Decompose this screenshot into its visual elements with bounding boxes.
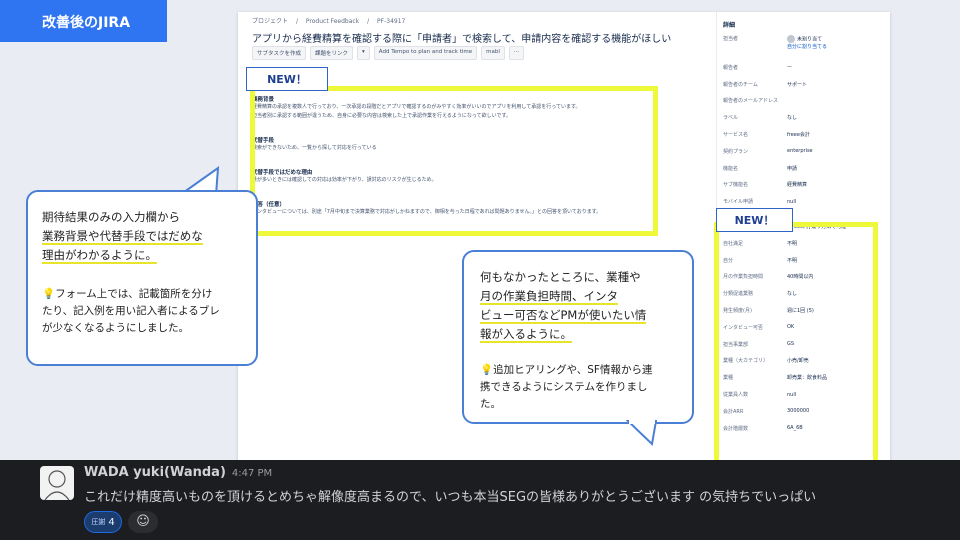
slack-message: WADA yuki(Wanda) 4:47 PM これだけ精度高いものを頂けるとめ… — [0, 460, 960, 540]
detail-field: ラベル なし — [723, 109, 890, 126]
field-label: モバイル申請 — [723, 199, 754, 206]
highlight-details — [714, 222, 878, 470]
reaction-button[interactable]: 圧謝 4 — [84, 511, 122, 533]
field-label: 報告者 — [723, 64, 739, 71]
reaction-count: 4 — [108, 516, 115, 528]
detail-field: 報告者のメールアドレス — [723, 93, 890, 110]
field-value[interactable]: 申請 — [787, 165, 797, 172]
breadcrumb-project[interactable]: プロジェクト — [252, 18, 288, 25]
field-value[interactable]: ー — [787, 64, 792, 71]
issue-title[interactable]: アプリから経費精算を確認する際に「申請者」で検索して、申請内容を確認する機能がほ… — [252, 30, 671, 45]
field-value[interactable]: 経費精算 — [787, 181, 807, 188]
detail-field: 機能名 申請 — [723, 160, 890, 177]
message-text: これだけ精度高いものを頂けるとめちゃ解像度高まるので、いつも本当SEGの皆様あり… — [84, 490, 817, 505]
mabl-button[interactable]: mabl — [481, 46, 505, 60]
details-heading[interactable]: 詳細 — [723, 20, 890, 29]
speech-tail — [626, 420, 658, 446]
field-label: ラベル — [723, 115, 739, 122]
field-value[interactable]: freee会計 — [787, 131, 810, 138]
breadcrumb-issue-key[interactable]: PF-34917 — [377, 18, 405, 25]
field-label: 契約プラン — [723, 148, 749, 155]
field-label: サブ機能名 — [723, 182, 749, 189]
new-badge: NEW！ — [246, 67, 328, 91]
field-label: 報告者のメールアドレス — [723, 98, 779, 105]
breadcrumb-product-feedback[interactable]: Product Feedback — [306, 18, 359, 25]
detail-fields-top: 報告者 ー報告者のチーム サポート報告者のメールアドレス ラベル なしサービス名 free… — [723, 59, 890, 210]
field-value[interactable]: null — [787, 199, 796, 205]
field-label: 報告者のチーム — [723, 81, 758, 88]
detail-field: サブ機能名 経費精算 — [723, 177, 890, 194]
field-label: サービス名 — [723, 132, 749, 139]
more-actions-button[interactable]: ··· — [508, 46, 525, 60]
field-value[interactable]: サポート — [787, 81, 807, 88]
create-subtask-button[interactable]: サブタスクを作成 — [252, 46, 307, 60]
avatar[interactable] — [40, 466, 74, 500]
message-author[interactable]: WADA yuki(Wanda) 4:47 PM — [84, 465, 272, 480]
message-timestamp[interactable]: 4:47 PM — [232, 468, 272, 479]
page-title-tab: 改善後のJIRA — [0, 0, 167, 42]
callout-right: 何もなかったところに、業種や 月の作業負担時間、インタ ビュー可否などPMが使い… — [462, 250, 694, 424]
user-avatar-icon — [44, 470, 70, 500]
link-issue-button[interactable]: 課題をリンク — [310, 46, 354, 60]
add-tempo-button[interactable]: Add Tempo to plan and track time — [373, 46, 478, 60]
field-assignee: 担当者 未割り当て 自分に割り当てる — [723, 35, 828, 50]
detail-field: サービス名 freee会計 — [723, 126, 890, 143]
highlight-description — [250, 86, 658, 236]
detail-field: 報告者のチーム サポート — [723, 76, 890, 93]
add-reaction-icon[interactable]: ☺ — [128, 511, 158, 533]
reaction-emoji: 圧謝 — [91, 518, 106, 526]
callout-left: 期待結果のみの入力欄から 業務背景や代替手段ではだめな 理由がわかるように。 💡… — [26, 190, 258, 366]
field-value[interactable]: なし — [787, 114, 797, 121]
breadcrumb: プロジェクト / Product Feedback / PF-34917 — [252, 18, 406, 25]
link-dropdown-button[interactable]: ▾ — [357, 46, 370, 60]
detail-field: 報告者 ー — [723, 59, 890, 76]
field-label: 機能名 — [723, 165, 739, 172]
issue-toolbar: サブタスクを作成 課題をリンク ▾ Add Tempo to plan and … — [252, 46, 525, 60]
user-avatar-icon — [787, 35, 795, 43]
detail-field: 契約プラン enterprise — [723, 143, 890, 160]
field-value[interactable]: enterprise — [787, 148, 813, 154]
assign-to-me-link[interactable]: 自分に割り当てる — [787, 44, 827, 50]
new-badge: NEW！ — [716, 208, 793, 232]
